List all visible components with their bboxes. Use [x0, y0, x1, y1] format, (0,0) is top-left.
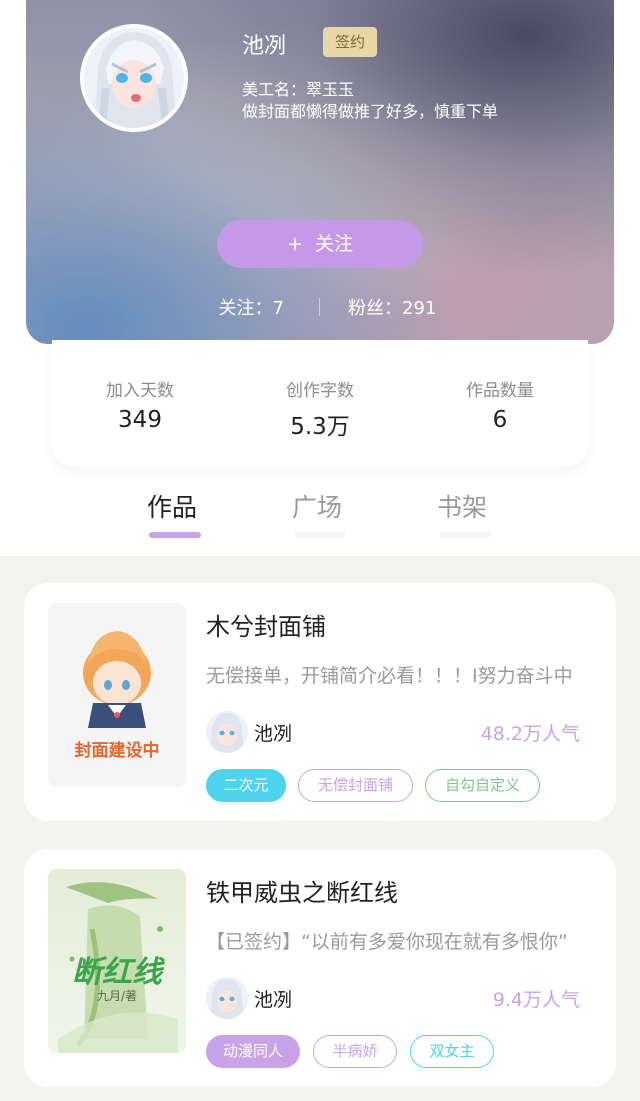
stat-works-count: 作品数量 6 — [430, 376, 570, 433]
signed-badge: 签约 — [323, 27, 377, 57]
stat-label: 创作字数 — [286, 381, 354, 401]
avatar[interactable] — [80, 24, 188, 132]
stat-value: 6 — [492, 407, 508, 433]
tab-works[interactable]: 作品 — [147, 488, 197, 524]
cover-author: 九月/著 — [96, 989, 138, 1003]
tag[interactable]: 自勾自定义 — [425, 769, 540, 802]
cover-text: 封面建设中 — [74, 741, 160, 761]
work-card[interactable]: 断红线 九月/著 铁甲威虫之断红线 【已签约】“以前有多爱你现在就有多恨你” 池… — [24, 849, 616, 1087]
author-name[interactable]: 池冽 — [254, 985, 292, 1012]
tab-bookshelf[interactable]: 书架 — [437, 488, 487, 524]
follow-label: 关注 — [315, 233, 354, 255]
stats-card: 加入天数 349 创作字数 5.3万 作品数量 6 — [52, 340, 588, 467]
author-avatar-illustration — [206, 977, 248, 1019]
work-title[interactable]: 铁甲威虫之断红线 — [206, 873, 398, 908]
tab-indicator — [439, 532, 491, 538]
stat-label: 作品数量 — [466, 381, 534, 401]
divider — [319, 298, 320, 316]
popularity-count: 9.4万人气 — [492, 989, 580, 1011]
tab-indicator — [294, 532, 346, 538]
work-description: 无偿接单，开铺简介必看！！！I努力奋斗中 — [206, 665, 573, 687]
tag[interactable]: 二次元 — [206, 769, 286, 802]
tab-indicator-active — [149, 532, 201, 538]
user-name: 池冽 — [242, 34, 287, 59]
following-count[interactable]: 关注：7 — [219, 294, 284, 320]
stat-label: 加入天数 — [106, 381, 174, 401]
follow-button[interactable]: + 关注 — [217, 220, 423, 268]
author-avatar[interactable] — [206, 977, 248, 1019]
tag[interactable]: 双女主 — [410, 1035, 494, 1068]
work-description: 【已签约】“以前有多爱你现在就有多恨你” — [206, 931, 568, 953]
stat-word-count: 创作字数 5.3万 — [250, 376, 390, 441]
fans-count[interactable]: 粉丝：291 — [348, 294, 436, 320]
tab-plaza[interactable]: 广场 — [292, 488, 342, 524]
follow-stats: 关注：7 粉丝：291 — [0, 294, 640, 320]
tag[interactable]: 动漫同人 — [206, 1035, 300, 1068]
tag[interactable]: 半病娇 — [313, 1035, 397, 1068]
work-cover[interactable]: 断红线 九月/著 — [48, 869, 186, 1053]
user-bio: 做封面都懒得做推了好多，慎重下单 — [242, 102, 499, 121]
popularity-count: 48.2万人气 — [480, 723, 580, 745]
author-avatar-illustration — [206, 711, 248, 753]
avatar-illustration — [84, 28, 184, 128]
work-cover[interactable]: 封面建设中 — [48, 603, 186, 787]
stat-value: 5.3万 — [290, 414, 350, 440]
work-title[interactable]: 木兮封面铺 — [206, 607, 326, 642]
author-name[interactable]: 池冽 — [254, 719, 292, 746]
plus-icon: + — [286, 233, 303, 255]
cover-title: 断红线 — [72, 955, 162, 990]
author-avatar[interactable] — [206, 711, 248, 753]
artist-name: 美工名：翠玉玉 — [242, 80, 355, 99]
stat-join-days: 加入天数 349 — [70, 376, 210, 433]
stat-value: 349 — [118, 407, 162, 433]
work-card[interactable]: 封面建设中 木兮封面铺 无偿接单，开铺简介必看！！！I努力奋斗中 池冽 48.2… — [24, 583, 616, 821]
tag[interactable]: 无偿封面铺 — [298, 769, 413, 802]
